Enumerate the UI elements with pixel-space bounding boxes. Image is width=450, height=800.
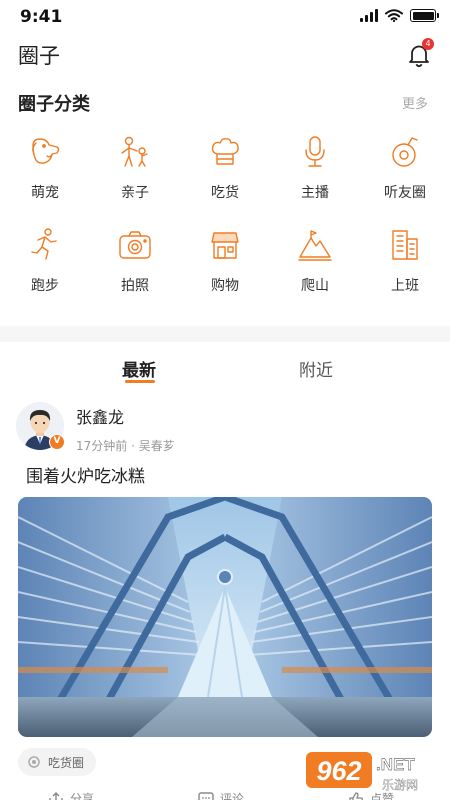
category-label: 购物 bbox=[211, 278, 239, 294]
verified-badge: V bbox=[49, 434, 65, 450]
category-item-parenting[interactable]: 亲子 bbox=[90, 134, 180, 227]
category-label: 上班 bbox=[391, 278, 419, 294]
chef-hat-icon bbox=[211, 138, 239, 165]
comment-icon bbox=[198, 791, 214, 800]
category-grid: 萌宠 亲子 吃货 主播 听友圈 跑步 拍照 购物 爬山 上班 bbox=[0, 134, 450, 320]
watermark-number: 962 bbox=[316, 756, 361, 786]
tab-nearby[interactable]: 附近 bbox=[299, 356, 333, 381]
post-image[interactable] bbox=[18, 497, 432, 737]
page-title: 圈子 bbox=[18, 44, 60, 68]
section-title: 圈子分类 bbox=[18, 94, 90, 115]
runner-icon bbox=[31, 228, 57, 260]
app-header: 圈子 4 bbox=[0, 34, 450, 76]
tab-latest[interactable]: 最新 bbox=[122, 356, 156, 381]
notification-badge: 4 bbox=[422, 38, 434, 50]
category-label: 听友圈 bbox=[384, 185, 426, 201]
section-divider bbox=[0, 326, 450, 342]
category-label: 吃货 bbox=[211, 185, 239, 201]
category-item-foodie[interactable]: 吃货 bbox=[180, 134, 270, 227]
signal-icon bbox=[360, 9, 378, 22]
site-watermark: 962 .NET 乐游网 bbox=[306, 752, 418, 792]
active-tab-indicator bbox=[125, 380, 155, 383]
mountain-icon bbox=[298, 230, 332, 261]
category-label: 萌宠 bbox=[31, 185, 59, 201]
category-section-header: 圈子分类 更多 bbox=[0, 88, 450, 115]
post-meta: 17分钟前 · 吴春芗 bbox=[76, 437, 175, 454]
comment-button[interactable]: 评论 bbox=[198, 790, 244, 800]
wifi-icon bbox=[385, 9, 403, 22]
music-disc-icon bbox=[392, 137, 418, 167]
circle-tag-icon bbox=[28, 756, 40, 768]
post-tag-label: 吃货圈 bbox=[48, 755, 85, 770]
category-item-photo[interactable]: 拍照 bbox=[90, 227, 180, 320]
category-label: 主播 bbox=[301, 185, 329, 201]
watermark-suffix: .NET bbox=[376, 755, 415, 774]
share-label: 分享 bbox=[70, 792, 95, 800]
watermark-sub: 乐游网 bbox=[382, 778, 418, 792]
post-time: 17分钟前 bbox=[76, 439, 128, 453]
category-item-pets[interactable]: 萌宠 bbox=[0, 134, 90, 227]
post-location: 吴春芗 bbox=[138, 439, 175, 453]
parent-child-icon bbox=[121, 136, 148, 167]
category-item-shopping[interactable]: 购物 bbox=[180, 227, 270, 320]
category-item-work[interactable]: 上班 bbox=[360, 227, 450, 320]
status-time: 9:41 bbox=[20, 7, 63, 27]
meta-separator: · bbox=[131, 439, 139, 453]
comment-label: 评论 bbox=[220, 792, 245, 800]
category-item-running[interactable]: 跑步 bbox=[0, 227, 90, 320]
battery-icon bbox=[410, 9, 439, 22]
status-bar: 9:41 bbox=[0, 0, 450, 34]
corridor-photo bbox=[18, 497, 432, 737]
category-label: 拍照 bbox=[121, 278, 149, 294]
share-button[interactable]: 分享 bbox=[48, 790, 94, 800]
category-item-listeners[interactable]: 听友圈 bbox=[360, 134, 450, 227]
status-icons bbox=[360, 9, 439, 22]
feed-tabs: 最新 附近 bbox=[0, 342, 450, 388]
post-text: 围着火炉吃冰糕 bbox=[26, 467, 145, 487]
office-building-icon bbox=[392, 230, 418, 260]
share-icon bbox=[49, 791, 63, 800]
more-link[interactable]: 更多 bbox=[402, 93, 428, 112]
camera-icon bbox=[119, 231, 151, 259]
category-label: 爬山 bbox=[301, 278, 329, 294]
category-label: 亲子 bbox=[121, 185, 149, 201]
dog-icon bbox=[32, 138, 60, 164]
shop-icon bbox=[211, 232, 239, 259]
microphone-icon bbox=[305, 136, 325, 167]
category-label: 跑步 bbox=[31, 278, 59, 294]
category-item-anchor[interactable]: 主播 bbox=[270, 134, 360, 227]
category-item-hiking[interactable]: 爬山 bbox=[270, 227, 360, 320]
post-author[interactable]: 张鑫龙 bbox=[76, 404, 124, 428]
post-tag[interactable]: 吃货圈 bbox=[18, 748, 97, 776]
